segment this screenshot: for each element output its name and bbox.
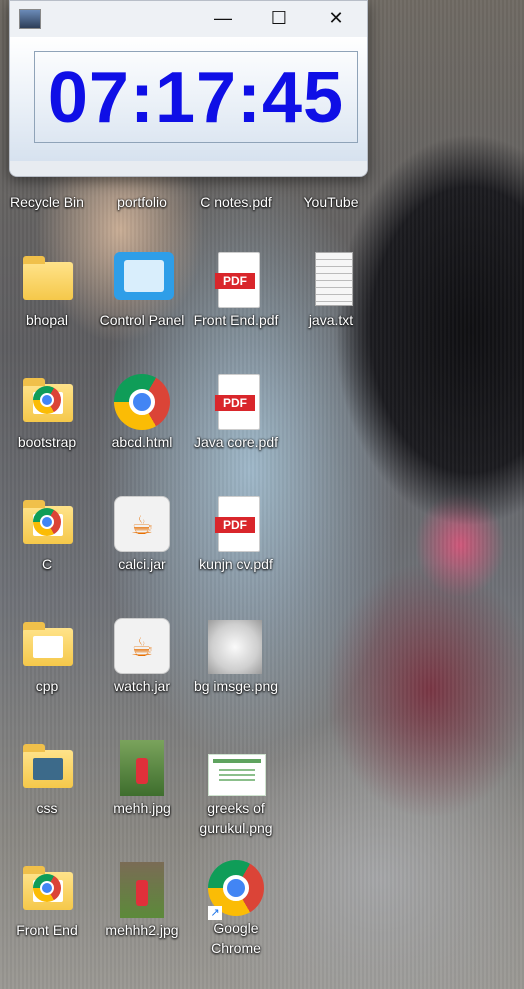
desktop-icon-front-end-pdf[interactable]: PDF Front End.pdf <box>189 252 283 330</box>
certificate-icon <box>208 740 266 796</box>
icon-label: portfolio <box>117 194 167 210</box>
image-thumbnail-icon <box>114 862 170 918</box>
desktop-icon-recycle-bin[interactable]: Recycle Bin <box>0 190 94 212</box>
icon-label: greeks of gurukul.png <box>199 800 273 836</box>
desktop-icon-bhopal[interactable]: bhopal <box>0 252 94 330</box>
desktop-icon-google-chrome[interactable]: ↗ Google Chrome <box>189 860 283 958</box>
desktop-icon-control-panel[interactable]: Control Panel <box>95 252 189 330</box>
icon-label: Java core.pdf <box>193 434 279 450</box>
icon-label: bg imsge.png <box>193 678 279 694</box>
desktop-icon-watch-jar[interactable]: ☕ watch.jar <box>95 618 189 696</box>
image-thumbnail-icon <box>208 618 264 674</box>
icon-label: YouTube <box>303 194 359 210</box>
icon-label: Front End.pdf <box>193 312 279 328</box>
icon-label: Control Panel <box>99 312 185 328</box>
clock-window[interactable]: — ☐ ✕ 07:17:45 <box>9 0 368 177</box>
folder-icon <box>19 618 75 674</box>
desktop-icon-c[interactable]: C <box>0 496 94 574</box>
clock-display: 07:17:45 <box>34 51 358 143</box>
folder-icon <box>19 252 75 308</box>
title-bar[interactable]: — ☐ ✕ <box>10 1 367 37</box>
icon-label: Google Chrome <box>211 920 261 956</box>
desktop-icon-youtube[interactable]: YouTube <box>284 190 378 212</box>
icon-label: Recycle Bin <box>10 194 84 210</box>
desktop-icon-bg-imsge-png[interactable]: bg imsge.png <box>189 618 283 696</box>
java-icon: ☕ <box>114 618 170 674</box>
icon-label: C <box>41 556 53 572</box>
icon-label: Front End <box>16 922 78 938</box>
chrome-icon: ↗ <box>208 860 264 920</box>
control-panel-icon <box>114 252 174 308</box>
desktop-icon-calci-jar[interactable]: ☕ calci.jar <box>95 496 189 574</box>
desktop-icon-java-txt[interactable]: java.txt <box>284 252 378 330</box>
desktop-icon-kunjn-cv-pdf[interactable]: PDF kunjn cv.pdf <box>189 496 283 574</box>
clock-time: 07:17:45 <box>47 58 345 138</box>
icon-label: bootstrap <box>17 434 77 450</box>
chrome-icon <box>114 374 170 430</box>
window-footer <box>10 161 367 176</box>
desktop-icon-c-notes-pdf[interactable]: C notes.pdf <box>189 190 283 212</box>
desktop-icon-java-core-pdf[interactable]: PDF Java core.pdf <box>189 374 283 452</box>
folder-icon <box>19 862 75 918</box>
folder-icon <box>19 740 75 796</box>
pdf-icon: PDF <box>208 496 264 552</box>
icon-label: abcd.html <box>111 434 173 450</box>
pdf-icon: PDF <box>208 374 264 430</box>
icon-label: watch.jar <box>113 678 171 694</box>
java-icon: ☕ <box>114 496 170 552</box>
icon-label: css <box>36 800 58 816</box>
folder-icon <box>19 496 75 552</box>
minimize-button[interactable]: — <box>195 1 251 35</box>
desktop-icon-abcd-html[interactable]: abcd.html <box>95 374 189 452</box>
icon-label: java.txt <box>308 312 354 328</box>
desktop-icon-bootstrap[interactable]: bootstrap <box>0 374 94 452</box>
icon-label: mehhh2.jpg <box>105 922 179 938</box>
desktop-icon-front-end-folder[interactable]: Front End <box>0 862 94 940</box>
clock-panel: 07:17:45 <box>10 37 367 161</box>
pdf-icon: PDF <box>208 252 264 308</box>
desktop-icon-portfolio[interactable]: portfolio <box>95 190 189 212</box>
shortcut-arrow-icon: ↗ <box>208 906 222 920</box>
text-file-icon <box>303 252 359 308</box>
folder-icon <box>19 374 75 430</box>
desktop-icon-greeks-of-gurukul-png[interactable]: greeks of gurukul.png <box>189 740 283 838</box>
icon-label: C notes.pdf <box>200 194 272 210</box>
maximize-button[interactable]: ☐ <box>251 1 307 35</box>
icon-label: bhopal <box>25 312 69 328</box>
desktop-icon-css[interactable]: css <box>0 740 94 818</box>
icon-label: calci.jar <box>118 556 166 572</box>
desktop-icon-cpp[interactable]: cpp <box>0 618 94 696</box>
icon-label: kunjn cv.pdf <box>199 556 273 572</box>
icon-label: cpp <box>35 678 59 694</box>
icon-label: mehh.jpg <box>113 800 171 816</box>
image-thumbnail-icon <box>114 740 170 796</box>
desktop-icon-mehhh2-jpg[interactable]: mehhh2.jpg <box>95 862 189 940</box>
close-button[interactable]: ✕ <box>308 1 364 35</box>
app-icon <box>19 9 41 29</box>
desktop-icon-mehh-jpg[interactable]: mehh.jpg <box>95 740 189 818</box>
